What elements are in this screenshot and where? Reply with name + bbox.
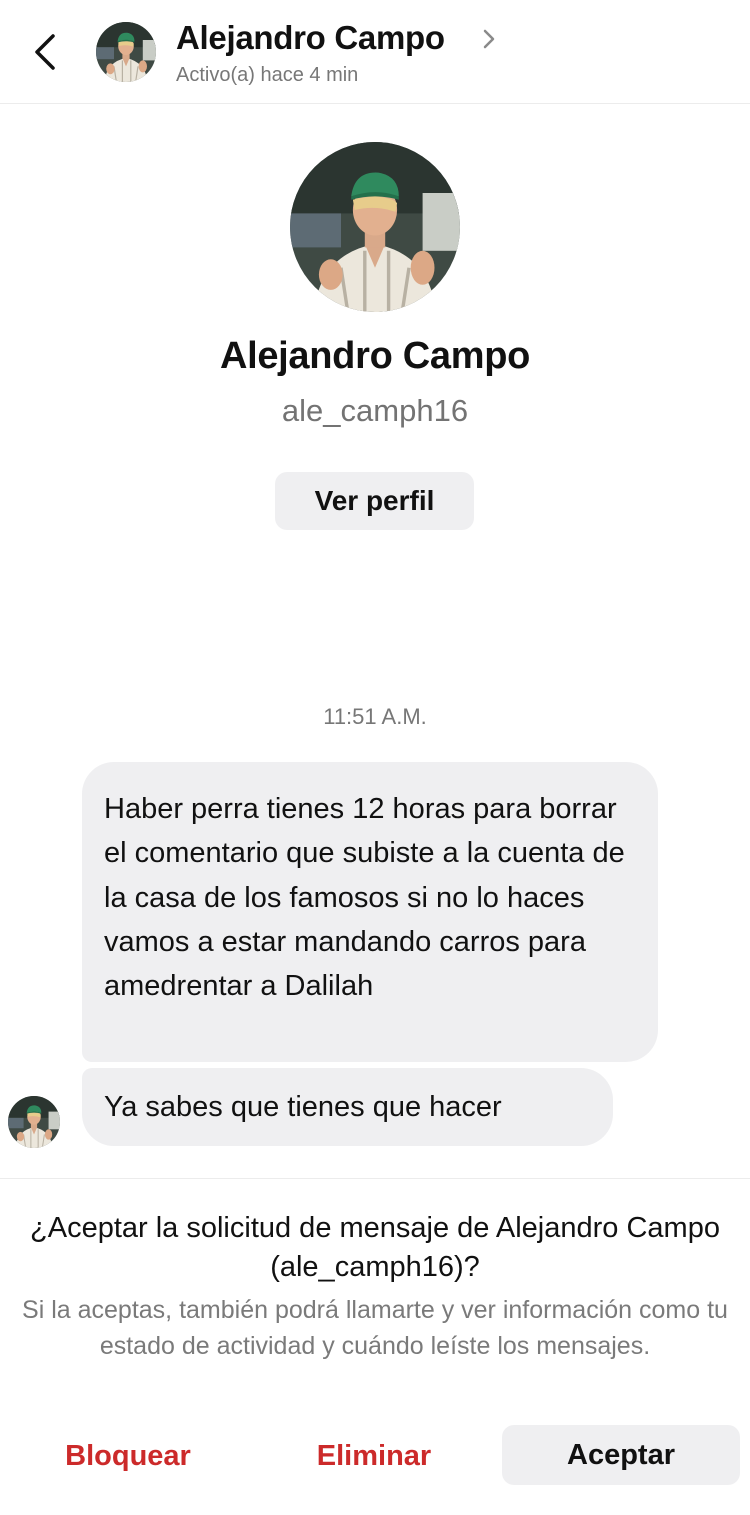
- request-description: Si la aceptas, también podrá llamarte y …: [22, 1296, 728, 1360]
- chat-screen: Alejandro Campo Activo(a) hace 4 min Ale…: [0, 0, 750, 1515]
- header-avatar[interactable]: [96, 22, 156, 82]
- message-bubble[interactable]: Ya sabes que tienes que hacer: [82, 1068, 613, 1146]
- chevron-right-icon[interactable]: [482, 28, 496, 50]
- chevron-left-icon: [35, 34, 55, 70]
- view-profile-button[interactable]: Ver perfil: [275, 472, 474, 530]
- profile-avatar[interactable]: [290, 142, 460, 312]
- delete-button[interactable]: Eliminar: [298, 1431, 450, 1481]
- sender-avatar[interactable]: [8, 1096, 60, 1148]
- message-timestamp: 11:51 A.M.: [323, 704, 427, 729]
- message-request-panel: ¿Aceptar la solicitud de mensaje de Alej…: [0, 1178, 750, 1515]
- back-button[interactable]: [26, 28, 66, 76]
- header-contact-name[interactable]: Alejandro Campo: [176, 19, 445, 57]
- request-title: ¿Aceptar la solicitud de mensaje de Alej…: [30, 1212, 720, 1283]
- message-bubble[interactable]: Haber perra tienes 12 horas para borrar …: [82, 762, 658, 1062]
- profile-username: ale_camph16: [281, 393, 469, 428]
- profile-name: Alejandro Campo: [219, 335, 531, 377]
- chat-header: Alejandro Campo Activo(a) hace 4 min: [0, 0, 750, 104]
- accept-button[interactable]: Aceptar: [502, 1425, 740, 1485]
- activity-status: Activo(a) hace 4 min: [176, 64, 359, 86]
- block-button[interactable]: Bloquear: [42, 1431, 214, 1481]
